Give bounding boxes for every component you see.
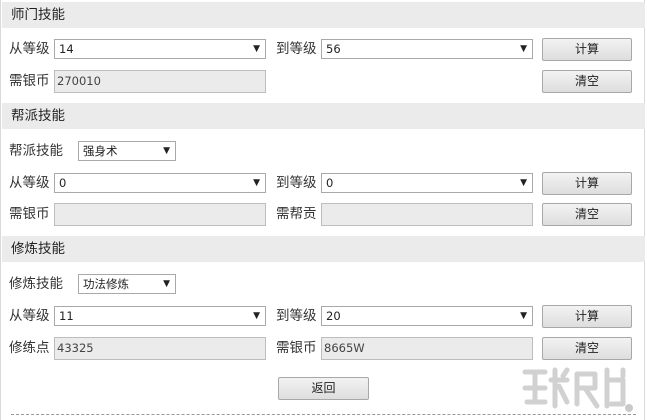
- cultivation-to-level-value: 20: [326, 309, 341, 323]
- section-title-gang: 帮派技能: [11, 108, 65, 124]
- back-button[interactable]: 返回: [278, 377, 369, 400]
- master-clear-button[interactable]: 清空: [542, 70, 632, 93]
- gang-to-level-value: 0: [326, 176, 334, 190]
- gang-from-level-select[interactable]: 0 ▼: [54, 173, 266, 193]
- gang-silver-field[interactable]: [54, 203, 266, 226]
- section-title-master: 师门技能: [11, 7, 65, 23]
- chevron-down-icon: ▼: [253, 178, 260, 188]
- gang-calc-button[interactable]: 计算: [542, 172, 632, 195]
- chevron-down-icon: ▼: [253, 44, 260, 54]
- cultivation-silver-label: 需银币: [276, 340, 317, 356]
- section-header-gang: 帮派技能: [2, 103, 645, 129]
- chevron-down-icon: ▼: [253, 311, 260, 321]
- gang-skill-label: 帮派技能: [9, 143, 63, 159]
- gang-from-level-label: 从等级: [9, 175, 50, 191]
- chevron-down-icon: ▼: [520, 178, 527, 188]
- watermark-logo-icon: [522, 367, 633, 412]
- cultivation-silver-field[interactable]: 8665W: [321, 337, 533, 360]
- master-to-level-value: 56: [326, 42, 341, 56]
- gang-to-level-label: 到等级: [276, 175, 317, 191]
- cultivation-from-level-label: 从等级: [9, 308, 50, 324]
- section-title-cultivation: 修炼技能: [11, 241, 65, 257]
- master-silver-label: 需银币: [9, 73, 50, 89]
- cultivation-to-level-select[interactable]: 20 ▼: [321, 306, 533, 326]
- cultivation-calc-button[interactable]: 计算: [542, 305, 632, 328]
- cultivation-points-field[interactable]: 43325: [54, 337, 266, 360]
- gang-contribution-field[interactable]: [321, 203, 533, 226]
- cultivation-clear-button[interactable]: 清空: [542, 337, 632, 360]
- chevron-down-icon: ▼: [163, 146, 170, 156]
- chevron-down-icon: ▼: [520, 311, 527, 321]
- gang-skill-value: 强身术: [83, 144, 118, 158]
- master-silver-field[interactable]: 270010: [54, 70, 266, 93]
- master-calc-button[interactable]: 计算: [542, 38, 632, 61]
- cultivation-skill-value: 功法修炼: [83, 277, 129, 291]
- calculator-panel: 师门技能 从等级 14 ▼ 到等级 56 ▼ 计算 需银币 270010 清空 …: [0, 0, 645, 420]
- gang-from-level-value: 0: [59, 176, 67, 190]
- cultivation-to-level-label: 到等级: [276, 308, 317, 324]
- cultivation-points-label: 修练点: [9, 340, 50, 356]
- gang-to-level-select[interactable]: 0 ▼: [321, 173, 533, 193]
- gang-skill-select[interactable]: 强身术 ▼: [78, 141, 176, 161]
- master-from-level-select[interactable]: 14 ▼: [54, 39, 266, 59]
- master-to-level-label: 到等级: [276, 41, 317, 57]
- cultivation-from-level-select[interactable]: 11 ▼: [54, 306, 266, 326]
- chevron-down-icon: ▼: [163, 279, 170, 289]
- gang-contribution-label: 需帮贡: [276, 206, 317, 222]
- cultivation-skill-label: 修炼技能: [9, 276, 63, 292]
- section-header-cultivation: 修炼技能: [2, 236, 645, 262]
- chevron-down-icon: ▼: [520, 44, 527, 54]
- master-to-level-select[interactable]: 56 ▼: [321, 39, 533, 59]
- master-from-level-label: 从等级: [9, 41, 50, 57]
- gang-silver-label: 需银币: [9, 206, 50, 222]
- section-header-master: 师门技能: [2, 2, 645, 28]
- cultivation-from-level-value: 11: [59, 309, 74, 323]
- gang-clear-button[interactable]: 清空: [542, 203, 632, 226]
- cultivation-skill-select[interactable]: 功法修炼 ▼: [78, 274, 176, 294]
- master-from-level-value: 14: [59, 42, 74, 56]
